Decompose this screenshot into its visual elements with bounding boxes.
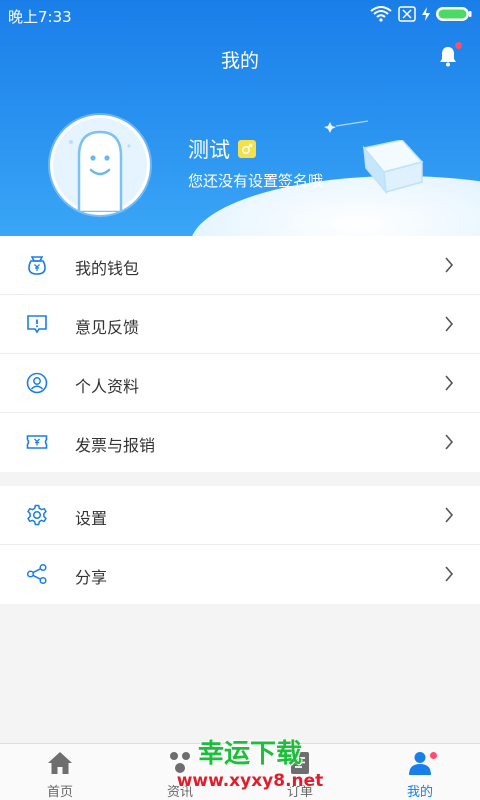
chevron-right-icon xyxy=(445,257,454,273)
shooting-star-icon xyxy=(324,120,369,133)
watermark: 幸运下载 www.xyxy8.net xyxy=(175,733,325,795)
wallet-icon xyxy=(28,256,46,275)
tab-home[interactable]: 首页 xyxy=(0,744,120,800)
menu-item-profile[interactable]: 个人资料 xyxy=(0,354,480,413)
user-name-text: 测试 xyxy=(188,138,230,162)
invoice-icon xyxy=(26,435,48,449)
home-icon xyxy=(48,752,72,774)
tab-label: 我的 xyxy=(406,785,433,800)
watermark-title: 幸运下载 xyxy=(197,739,302,769)
chevron-right-icon xyxy=(445,566,454,582)
menu-item-invoice[interactable]: 发票与报销 xyxy=(0,413,480,472)
battery-icon xyxy=(436,7,472,21)
menu-item-settings[interactable]: 设置 xyxy=(0,486,480,545)
no-sim-icon xyxy=(398,6,416,22)
user-name[interactable]: 测试 xyxy=(188,134,256,164)
status-time: 晚上7:33 xyxy=(8,8,72,26)
share-icon xyxy=(26,563,47,585)
tab-label: 首页 xyxy=(46,785,73,800)
menu-label: 设置 xyxy=(75,509,108,528)
menu-label: 发票与报销 xyxy=(75,436,156,455)
profile-icon xyxy=(26,372,48,394)
chevron-right-icon xyxy=(445,434,454,450)
gear-icon xyxy=(27,504,47,526)
tab-me[interactable]: 我的 xyxy=(360,744,480,800)
avatar[interactable] xyxy=(50,115,150,215)
gender-badge xyxy=(238,140,256,158)
book-decoration-icon xyxy=(362,140,424,195)
profile-header: 晚上7:33 我的 测试 您还没有设置签名哦 xyxy=(0,0,480,236)
menu-item-feedback[interactable]: 意见反馈 xyxy=(0,295,480,354)
chevron-right-icon xyxy=(445,507,454,523)
chevron-right-icon xyxy=(445,316,454,332)
feedback-icon xyxy=(27,315,47,334)
notification-dot xyxy=(455,42,462,49)
menu-item-wallet[interactable]: 我的钱包 xyxy=(0,236,480,295)
status-icons xyxy=(370,6,472,22)
menu-label: 意见反馈 xyxy=(75,318,140,337)
menu-group-account: 我的钱包 意见反馈 个人资料 发票与报销 xyxy=(0,236,480,472)
status-bar: 晚上7:33 xyxy=(0,0,480,32)
notification-dot xyxy=(430,752,437,759)
menu-item-share[interactable]: 分享 xyxy=(0,545,480,604)
menu-label: 个人资料 xyxy=(75,377,140,396)
charging-icon xyxy=(422,7,430,21)
watermark-url: www.xyxy8.net xyxy=(176,771,324,791)
chevron-right-icon xyxy=(445,375,454,391)
male-icon xyxy=(242,143,253,154)
wifi-icon xyxy=(370,6,392,22)
user-signature: 您还没有设置签名哦 xyxy=(188,172,324,190)
menu-label: 分享 xyxy=(75,568,108,587)
page-title: 我的 xyxy=(220,50,259,72)
menu-label: 我的钱包 xyxy=(75,259,140,278)
menu-group-system: 设置 分享 xyxy=(0,486,480,604)
avatar-face-icon xyxy=(69,130,131,212)
